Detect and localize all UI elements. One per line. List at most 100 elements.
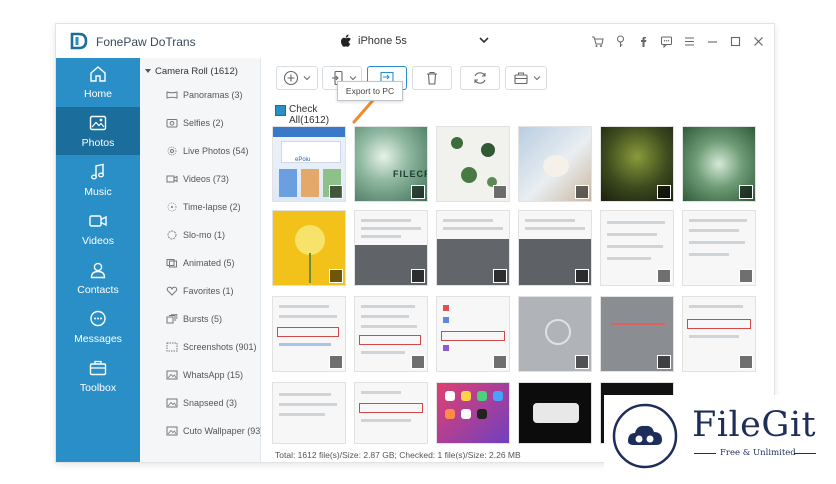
tooltip: Export to PC xyxy=(337,81,403,101)
sidebar-item-messages[interactable]: Messages xyxy=(56,303,140,351)
photo-thumbnail[interactable] xyxy=(518,382,592,444)
photo-thumbnail[interactable] xyxy=(436,296,510,372)
toolbox-icon xyxy=(514,72,528,85)
photo-thumbnail[interactable] xyxy=(682,210,756,286)
album-label: Selfies (2) xyxy=(183,118,224,128)
sidebar-item-toolbox[interactable]: Toolbox xyxy=(56,352,140,400)
device-selector[interactable]: iPhone 5s xyxy=(340,34,492,50)
select-overlay-icon[interactable] xyxy=(411,355,425,369)
photo-thumbnail[interactable] xyxy=(600,126,674,202)
app-logo xyxy=(70,32,88,50)
chevron-down-icon xyxy=(479,37,489,44)
feedback-icon[interactable] xyxy=(659,34,674,49)
key-icon[interactable] xyxy=(613,34,628,49)
photo-thumbnail[interactable] xyxy=(436,210,510,286)
album-label: Live Photos (54) xyxy=(183,146,249,156)
video-icon xyxy=(166,175,178,183)
select-overlay-icon[interactable] xyxy=(493,355,507,369)
select-overlay-icon[interactable] xyxy=(411,185,425,199)
photo-thumbnail[interactable] xyxy=(436,382,510,444)
album-label: Videos (73) xyxy=(183,174,229,184)
select-overlay-icon[interactable] xyxy=(739,185,753,199)
menu-icon[interactable] xyxy=(682,34,697,49)
photo-thumbnail[interactable] xyxy=(354,210,428,286)
panorama-icon xyxy=(166,91,178,99)
sidebar: Home Photos Music Videos Contacts Messag… xyxy=(56,58,140,462)
photo-thumbnail[interactable] xyxy=(518,210,592,286)
check-all-checkbox[interactable] xyxy=(275,105,286,116)
sidebar-item-home[interactable]: Home xyxy=(56,58,140,106)
sidebar-item-label: Messages xyxy=(74,333,122,345)
album-label: Cuto Wallpaper (93) xyxy=(183,426,264,436)
maximize-icon[interactable] xyxy=(728,34,743,49)
home-icon xyxy=(90,66,106,82)
photo-thumbnail[interactable]: FILECR xyxy=(354,126,428,202)
photo-thumbnail[interactable] xyxy=(354,296,428,372)
close-icon[interactable] xyxy=(751,34,766,49)
image-icon xyxy=(166,398,178,408)
album-label: Screenshots (901) xyxy=(183,342,257,352)
toolbox-button[interactable] xyxy=(505,66,547,90)
album-label: Time-lapse (2) xyxy=(183,202,241,212)
add-icon xyxy=(283,70,299,86)
sidebar-item-photos[interactable]: Photos xyxy=(56,107,140,155)
album-label: WhatsApp (15) xyxy=(183,370,244,380)
select-overlay-icon[interactable] xyxy=(657,355,671,369)
check-all-label: Check All(1612) xyxy=(289,104,330,126)
select-overlay-icon[interactable] xyxy=(575,185,589,199)
sidebar-item-label: Music xyxy=(84,186,112,198)
delete-overlay-icon[interactable] xyxy=(493,269,507,283)
select-overlay-icon[interactable] xyxy=(329,269,343,283)
animated-icon xyxy=(166,259,177,268)
photo-thumbnail[interactable] xyxy=(518,296,592,372)
photo-thumbnail[interactable] xyxy=(272,296,346,372)
sidebar-item-videos[interactable]: Videos xyxy=(56,205,140,253)
select-overlay-icon[interactable] xyxy=(657,185,671,199)
filegit-name: FileGit xyxy=(692,405,817,445)
select-overlay-icon[interactable] xyxy=(739,269,753,283)
slomo-icon xyxy=(167,230,177,240)
select-overlay-icon[interactable] xyxy=(739,355,753,369)
video-icon xyxy=(89,215,107,227)
sidebar-item-contacts[interactable]: Contacts xyxy=(56,254,140,302)
album-label: Animated (5) xyxy=(183,258,235,268)
add-button[interactable] xyxy=(276,66,318,90)
facebook-icon[interactable] xyxy=(636,34,651,49)
delete-button[interactable] xyxy=(412,66,452,90)
delete-overlay-icon[interactable] xyxy=(575,269,589,283)
image-icon xyxy=(166,370,178,380)
filegit-watermark: FileGit Free & Unlimited xyxy=(604,395,836,475)
sidebar-item-label: Home xyxy=(83,88,112,100)
delete-overlay-icon[interactable] xyxy=(411,269,425,283)
minimize-icon[interactable] xyxy=(705,34,720,49)
thumb-caption: ePoiu xyxy=(295,157,311,163)
select-overlay-icon[interactable] xyxy=(329,355,343,369)
photo-thumbnail[interactable] xyxy=(682,126,756,202)
sidebar-item-label: Photos xyxy=(81,137,115,149)
select-overlay-icon[interactable] xyxy=(493,185,507,199)
sidebar-item-music[interactable]: Music xyxy=(56,156,140,204)
photo-thumbnail[interactable] xyxy=(272,382,346,444)
photo-thumbnail[interactable] xyxy=(436,126,510,202)
photo-thumbnail[interactable] xyxy=(354,382,428,444)
photo-thumbnail[interactable] xyxy=(518,126,592,202)
status-bar-text: Total: 1612 file(s)/Size: 2.87 GB; Check… xyxy=(275,450,521,460)
select-overlay-icon[interactable] xyxy=(657,269,671,283)
photo-thumbnail[interactable] xyxy=(600,296,674,372)
triangle-down-icon xyxy=(145,69,151,73)
photo-thumbnail[interactable] xyxy=(272,210,346,286)
refresh-button[interactable] xyxy=(460,66,500,90)
music-icon xyxy=(91,163,104,180)
delete-overlay-icon[interactable] xyxy=(329,185,343,199)
album-list: Camera Roll (1612) Panoramas (3) Selfies… xyxy=(140,58,264,462)
cart-icon[interactable] xyxy=(590,34,605,49)
filegit-logo xyxy=(612,403,678,469)
photo-thumbnail[interactable] xyxy=(600,210,674,286)
album-label: Slo-mo (1) xyxy=(183,230,226,240)
screenshot-icon xyxy=(166,342,178,352)
album-label: Favorites (1) xyxy=(183,286,234,296)
photo-thumbnail[interactable]: ePoiu xyxy=(272,126,346,202)
video-overlay-icon[interactable] xyxy=(575,355,589,369)
filegit-tagline: Free & Unlimited xyxy=(720,448,796,458)
photo-thumbnail[interactable] xyxy=(682,296,756,372)
